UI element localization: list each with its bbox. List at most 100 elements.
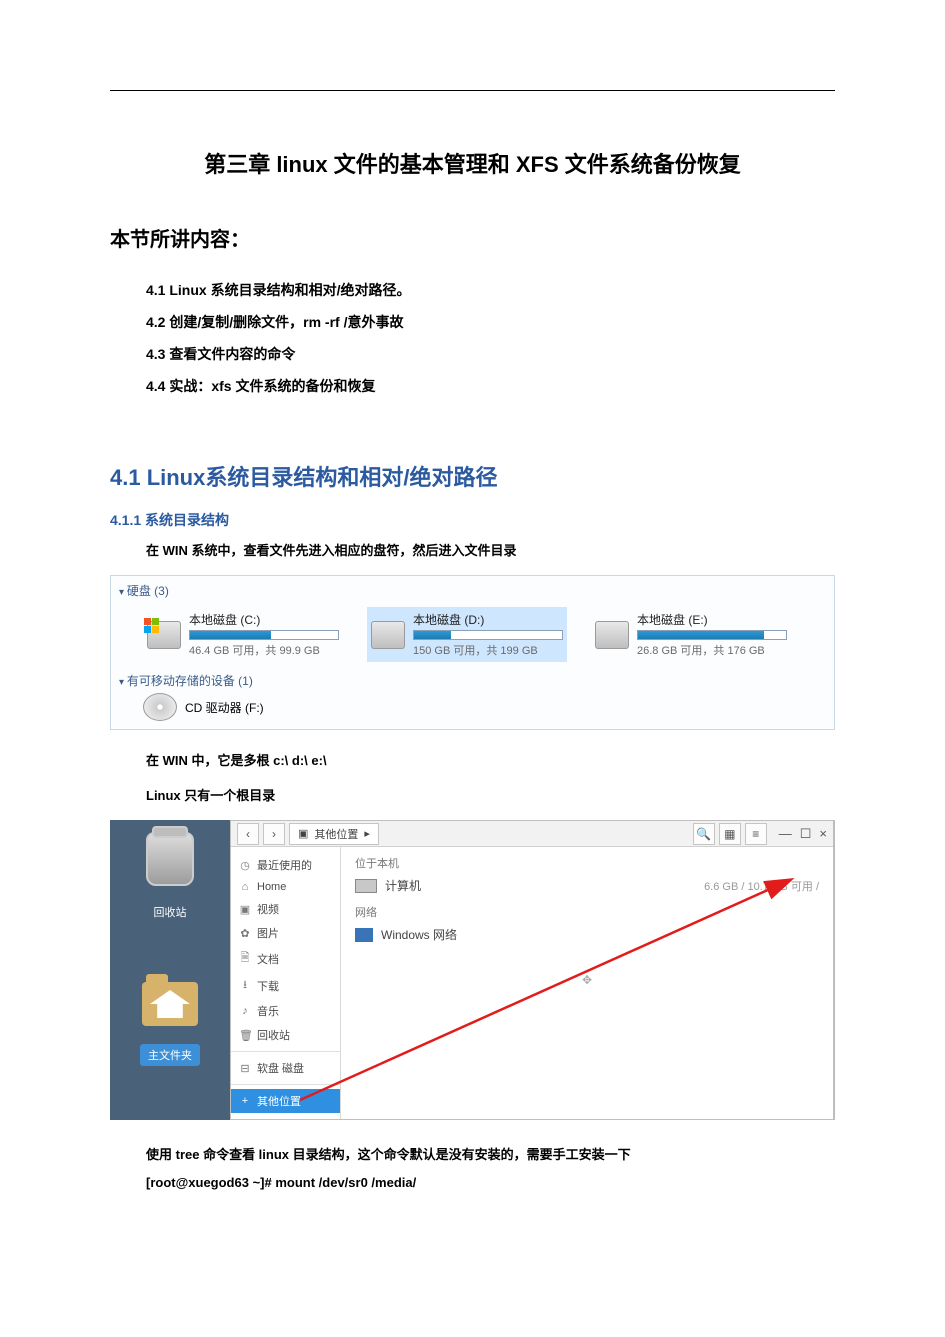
drive-c[interactable]: 本地磁盘 (C:) 46.4 GB 可用，共 99.9 GB [143,607,343,662]
section-4-1-1-heading: 4.1.1 系统目录结构 [110,510,835,530]
removable-row: CD 驱动器 (F:) [119,693,826,721]
drive-capacity-bar [413,630,563,640]
sidebar-item-videos[interactable]: ▣ 视频 [231,897,340,921]
entry-label: Windows 网络 [381,926,457,943]
entry-label: 计算机 [385,877,421,894]
drives-row: 本地磁盘 (C:) 46.4 GB 可用，共 99.9 GB 本地磁盘 (D:)… [119,603,826,672]
sidebar-item-pictures[interactable]: ✿ 图片 [231,921,340,945]
breadcrumb[interactable]: ▣ 其他位置 ▸ [289,823,379,845]
home-folder-label[interactable]: 主文件夹 [140,1044,200,1066]
computer-icon [355,879,377,893]
sidebar-item-label: 视频 [257,901,279,917]
linux-filemanager-screenshot: 回收站 主文件夹 ‹ › ▣ 其他位置 ▸ 🔍 ▦ ≡ — ☐ × ◷ [110,820,835,1120]
cd-drive-label[interactable]: CD 驱动器 (F:) [185,699,264,716]
main-heading-network: 网络 [355,904,819,920]
removable-group-header[interactable]: 有可移动存储的设备 (1) [119,672,826,689]
cd-drive-icon [143,693,177,721]
drive-label: 本地磁盘 (D:) [413,611,563,628]
chevron-right-icon: ▸ [364,827,370,840]
outline-list: 4.1 Linux 系统目录结构和相对/绝对路径。 4.2 创建/复制/删除文件… [110,280,835,396]
file-manager-toolbar: ‹ › ▣ 其他位置 ▸ 🔍 ▦ ≡ — ☐ × [231,821,833,847]
sidebar-item-label: 回收站 [257,1027,290,1043]
window-maximize-button[interactable]: ☐ [800,826,812,842]
paragraph-linux-single-root: Linux 只有一个根目录 [110,785,835,804]
entry-capacity: 6.6 GB / 10.7 GB 可用 / [704,878,819,894]
code-mount-command: [root@xuegod63 ~]# mount /dev/sr0 /media… [110,1175,835,1190]
paragraph-multi-root: 在 WIN 中，它是多根 c:\ d:\ e:\ [110,750,835,769]
hard-drive-icon [147,621,181,649]
trash-icon[interactable] [146,832,194,886]
section-outline-label: 本节所讲内容： [110,223,835,252]
windows-drives-screenshot: 硬盘 (3) 本地磁盘 (C:) 46.4 GB 可用，共 99.9 GB 本地… [110,575,835,730]
entry-windows-network[interactable]: Windows 网络 [355,926,819,943]
sidebar-item-label: 其他位置 [257,1093,301,1109]
sidebar-item-label: 文档 [257,951,279,967]
nav-forward-button[interactable]: › [263,823,285,845]
sidebar-item-music[interactable]: ♪ 音乐 [231,999,340,1023]
sidebar-item-recent[interactable]: ◷ 最近使用的 [231,853,340,877]
entry-computer[interactable]: 计算机 6.6 GB / 10.7 GB 可用 / [355,877,819,894]
drives-group-header[interactable]: 硬盘 (3) [119,582,826,599]
breadcrumb-label: 其他位置 [314,826,358,842]
clock-icon: ◷ [239,859,251,872]
drive-capacity-bar [189,630,339,640]
sidebar-item-label: 音乐 [257,1003,279,1019]
file-manager-window: ‹ › ▣ 其他位置 ▸ 🔍 ▦ ≡ — ☐ × ◷ 最近使用的 ⌂ Home ▣ 视… [230,820,834,1120]
sidebar-item-home[interactable]: ⌂ Home [231,877,340,897]
sidebar-divider [231,1051,340,1052]
plus-icon: + [239,1095,251,1107]
sidebar-item-label: 下载 [257,978,279,994]
paragraph-tree-note: 使用 tree 命令查看 linux 目录结构，这个命令默认是没有安装的，需要手… [110,1144,835,1163]
outline-item: 4.4 实战：xfs 文件系统的备份和恢复 [146,376,835,396]
desktop-strip: 回收站 主文件夹 [110,820,230,1120]
video-icon: ▣ [239,903,251,916]
download-icon: ⭳ [239,976,251,995]
main-heading-local: 位于本机 [355,855,819,871]
outline-item: 4.3 查看文件内容的命令 [146,344,835,364]
floppy-icon: ⊟ [239,1062,251,1075]
search-button[interactable]: 🔍 [693,823,715,845]
sidebar-item-floppy[interactable]: ⊟ 软盘 磁盘 [231,1056,340,1080]
sidebar-item-label: Home [257,881,286,893]
window-close-button[interactable]: × [819,826,827,842]
sidebar-item-label: 最近使用的 [257,857,312,873]
nav-back-button[interactable]: ‹ [237,823,259,845]
drive-e[interactable]: 本地磁盘 (E:) 26.8 GB 可用，共 176 GB [591,607,791,662]
paragraph-win-intro: 在 WIN 系统中，查看文件先进入相应的盘符，然后进入文件目录 [110,540,835,559]
sidebar-divider [231,1084,340,1085]
outline-item: 4.1 Linux 系统目录结构和相对/绝对路径。 [146,280,835,300]
drive-free-text: 46.4 GB 可用，共 99.9 GB [189,642,339,658]
section-4-1-heading: 4.1 Linux系统目录结构和相对/绝对路径 [110,460,835,492]
trash-label: 回收站 [154,904,187,920]
drive-label: 本地磁盘 (E:) [637,611,787,628]
document-icon: 🗎 [239,949,251,968]
network-icon [355,928,373,942]
move-cursor-icon: ✥ [355,973,819,987]
file-manager-sidebar: ◷ 最近使用的 ⌂ Home ▣ 视频 ✿ 图片 🗎 文档 ⭳ 下载 ♪ 音乐 🗑 回收站 ⊟ 软… [231,847,341,1119]
folder-icon: ▣ [298,827,308,840]
sidebar-item-trash[interactable]: 🗑 回收站 [231,1023,340,1047]
picture-icon: ✿ [239,927,251,940]
hard-drive-icon [595,621,629,649]
view-list-button[interactable]: ≡ [745,823,767,845]
drive-free-text: 150 GB 可用，共 199 GB [413,642,563,658]
drive-free-text: 26.8 GB 可用，共 176 GB [637,642,787,658]
hard-drive-icon [371,621,405,649]
drive-label: 本地磁盘 (C:) [189,611,339,628]
sidebar-item-other-locations[interactable]: + 其他位置 [231,1089,340,1113]
file-manager-main: 位于本机 计算机 6.6 GB / 10.7 GB 可用 / 网络 Window… [341,847,833,1119]
home-folder-icon[interactable] [142,982,198,1026]
sidebar-item-label: 软盘 磁盘 [257,1060,304,1076]
sidebar-item-label: 图片 [257,925,279,941]
outline-item: 4.2 创建/复制/删除文件，rm -rf /意外事故 [146,312,835,332]
music-icon: ♪ [239,1005,251,1017]
sidebar-item-documents[interactable]: 🗎 文档 [231,945,340,972]
home-icon: ⌂ [239,881,251,893]
trash-small-icon: 🗑 [239,1029,251,1042]
view-icons-button[interactable]: ▦ [719,823,741,845]
window-minimize-button[interactable]: — [779,826,792,842]
sidebar-item-downloads[interactable]: ⭳ 下载 [231,972,340,999]
drive-capacity-bar [637,630,787,640]
drive-d[interactable]: 本地磁盘 (D:) 150 GB 可用，共 199 GB [367,607,567,662]
chapter-title: 第三章 linux 文件的基本管理和 XFS 文件系统备份恢复 [110,147,835,179]
